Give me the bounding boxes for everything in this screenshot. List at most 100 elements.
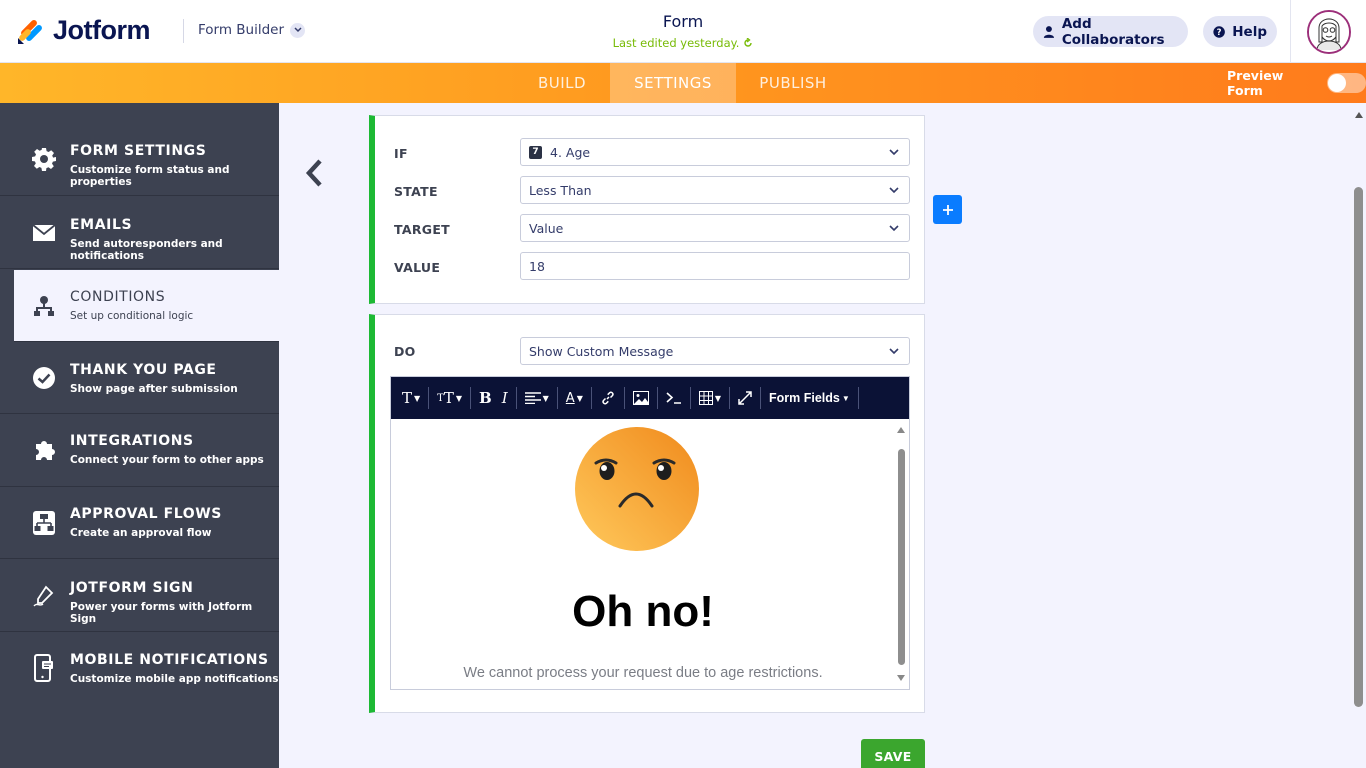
message-text: We cannot process your request due to ag… bbox=[463, 665, 823, 681]
target-select[interactable]: Value bbox=[520, 214, 910, 242]
align-button[interactable]: ▼ bbox=[520, 377, 554, 419]
help-button[interactable]: ? Help bbox=[1203, 16, 1277, 47]
value-input[interactable] bbox=[520, 252, 910, 280]
toolbar-separator bbox=[729, 387, 731, 409]
scroll-down-arrow-icon[interactable] bbox=[897, 675, 905, 681]
table-icon bbox=[698, 391, 713, 405]
field-number-badge: 7 bbox=[529, 145, 542, 159]
back-arrow-icon[interactable] bbox=[302, 158, 328, 188]
chevron-down-icon bbox=[889, 149, 899, 156]
toolbar-separator bbox=[556, 387, 558, 409]
add-collaborators-button[interactable]: Add Collaborators bbox=[1033, 15, 1188, 48]
sidebar-item-subtitle: Send autoresponders and notifications bbox=[70, 238, 223, 262]
scrollbar-thumb[interactable] bbox=[898, 449, 905, 665]
svg-text:?: ? bbox=[1217, 27, 1222, 37]
font-size-button[interactable]: T T ▼ bbox=[432, 377, 467, 419]
sidebar-item-title: APPROVAL FLOWS bbox=[70, 506, 222, 522]
check-circle-icon bbox=[32, 366, 56, 390]
sidebar-item-title: MOBILE NOTIFICATIONS bbox=[70, 652, 269, 668]
refresh-icon[interactable] bbox=[743, 38, 753, 48]
sidebar-item-conditions[interactable]: CONDITIONS Set up conditional logic bbox=[14, 270, 279, 342]
preview-form-toggle[interactable] bbox=[1327, 73, 1366, 93]
if-field-value: 4. Age bbox=[550, 144, 591, 160]
bold-button[interactable]: B bbox=[474, 377, 497, 419]
align-left-icon bbox=[524, 392, 541, 404]
add-collaborators-label: Add Collaborators bbox=[1061, 15, 1165, 48]
jotform-logo[interactable]: Jotform bbox=[17, 15, 151, 46]
toolbar-separator bbox=[656, 387, 658, 409]
do-action-select[interactable]: Show Custom Message bbox=[520, 337, 910, 365]
condition-do-card: DO Show Custom Message T ▼ T T ▼ B I ▼ A ▼ bbox=[369, 314, 925, 713]
state-select[interactable]: Less Than bbox=[520, 176, 910, 204]
editor-scrollbar[interactable] bbox=[893, 419, 909, 689]
toolbar-separator bbox=[760, 387, 762, 409]
image-button[interactable] bbox=[628, 377, 654, 419]
target-label: TARGET bbox=[394, 222, 450, 237]
sidebar-item-title: EMAILS bbox=[70, 217, 133, 233]
rich-text-editor: T ▼ T T ▼ B I ▼ A ▼ ▼ Form Fields ▼ Oh n… bbox=[390, 376, 910, 690]
avatar-image bbox=[1308, 11, 1349, 52]
preview-form-label: Preview Form bbox=[1227, 68, 1284, 98]
add-condition-button[interactable] bbox=[933, 195, 962, 224]
chevron-down-icon bbox=[889, 225, 899, 232]
sidebar-item-jotform-sign[interactable]: JOTFORM SIGN Power your forms with Jotfo… bbox=[0, 560, 279, 632]
save-button[interactable]: SAVE bbox=[861, 739, 925, 768]
condition-if-card: IF 7 4. Age STATE Less Than TARGET Value… bbox=[369, 115, 925, 304]
scrollbar-thumb[interactable] bbox=[1354, 187, 1363, 707]
editor-content[interactable]: Oh no! We cannot process your request du… bbox=[391, 419, 895, 689]
sidebar-item-thank-you-page[interactable]: THANK YOU PAGE Show page after submissio… bbox=[0, 342, 279, 414]
hierarchy-icon bbox=[32, 294, 56, 318]
sidebar-item-emails[interactable]: EMAILS Send autoresponders and notificat… bbox=[0, 197, 279, 269]
italic-button[interactable]: I bbox=[497, 377, 513, 419]
toolbar-separator bbox=[590, 387, 592, 409]
tab-settings[interactable]: SETTINGS bbox=[610, 63, 736, 103]
toolbar-separator bbox=[857, 387, 859, 409]
sidebar-item-title: THANK YOU PAGE bbox=[70, 362, 217, 378]
toolbar-separator bbox=[515, 387, 517, 409]
avatar[interactable] bbox=[1306, 9, 1351, 54]
last-edited-text: Last edited yesterday. bbox=[612, 36, 740, 50]
if-field-select[interactable]: 7 4. Age bbox=[520, 138, 910, 166]
sidebar-item-subtitle: Create an approval flow bbox=[70, 527, 212, 539]
gear-icon bbox=[32, 147, 56, 171]
state-label: STATE bbox=[394, 184, 438, 199]
font-color-button[interactable]: A ▼ bbox=[561, 377, 588, 419]
tab-build[interactable]: BUILD bbox=[518, 63, 606, 103]
pen-sign-icon bbox=[32, 584, 56, 608]
form-fields-label: Form Fields bbox=[769, 391, 840, 405]
sidebar-item-title: JOTFORM SIGN bbox=[70, 580, 194, 596]
sidebar-item-integrations[interactable]: INTEGRATIONS Connect your form to other … bbox=[0, 415, 279, 487]
user-icon bbox=[1043, 25, 1055, 38]
sidebar-item-form-settings[interactable]: FORM SETTINGS Customize form status and … bbox=[0, 123, 279, 196]
code-button[interactable] bbox=[661, 377, 687, 419]
last-edited-status: Last edited yesterday. bbox=[583, 36, 783, 50]
form-builder-label: Form Builder bbox=[198, 22, 285, 38]
message-heading: Oh no! bbox=[572, 587, 714, 636]
sidebar-item-mobile-notifications[interactable]: MOBILE NOTIFICATIONS Customize mobile ap… bbox=[0, 632, 279, 704]
scroll-up-arrow-icon[interactable] bbox=[897, 427, 905, 433]
tab-publish[interactable]: PUBLISH bbox=[744, 63, 842, 103]
sad-face-emoji-icon bbox=[575, 427, 699, 551]
sidebar-item-approval-flows[interactable]: APPROVAL FLOWS Create an approval flow bbox=[0, 487, 279, 559]
puzzle-icon bbox=[32, 439, 56, 463]
sidebar-item-subtitle: Power your forms with Jotform Sign bbox=[70, 601, 253, 625]
chevron-down-icon bbox=[889, 187, 899, 194]
form-fields-button[interactable]: Form Fields ▼ bbox=[764, 377, 855, 419]
sidebar-item-title: CONDITIONS bbox=[70, 289, 166, 305]
brand-name: Jotform bbox=[53, 15, 151, 45]
table-button[interactable]: ▼ bbox=[694, 377, 726, 419]
fullscreen-button[interactable] bbox=[733, 377, 757, 419]
target-value: Value bbox=[529, 220, 564, 236]
page-scrollbar[interactable] bbox=[1352, 103, 1366, 768]
form-title[interactable]: Form bbox=[583, 12, 783, 31]
sidebar-item-subtitle: Set up conditional logic bbox=[70, 310, 194, 322]
chevron-down-icon bbox=[290, 22, 306, 38]
font-family-button[interactable]: T ▼ bbox=[397, 377, 425, 419]
scroll-up-arrow-icon[interactable] bbox=[1355, 112, 1363, 118]
sidebar-item-subtitle: Customize mobile app notifications bbox=[70, 673, 279, 685]
plus-icon bbox=[942, 204, 953, 215]
chevron-down-icon bbox=[889, 348, 899, 355]
form-builder-dropdown[interactable]: Form Builder bbox=[198, 22, 306, 38]
toolbar-separator bbox=[428, 387, 430, 409]
link-button[interactable] bbox=[595, 377, 621, 419]
